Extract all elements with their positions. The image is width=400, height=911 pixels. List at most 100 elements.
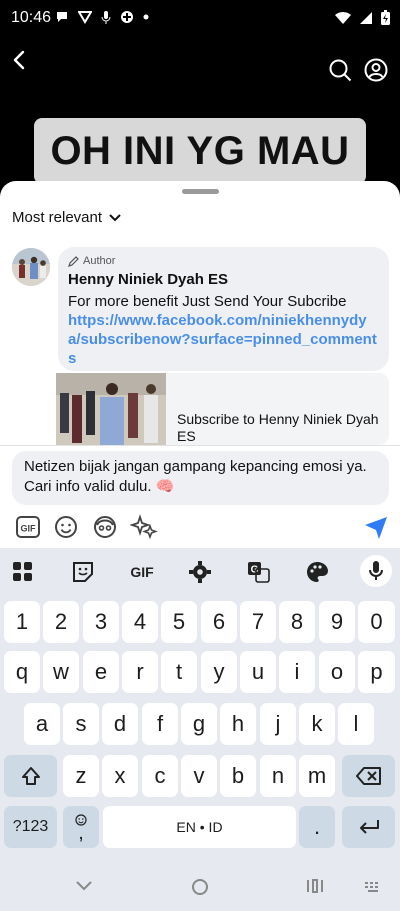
key-7[interactable]: 7 <box>240 601 276 643</box>
key-d[interactable]: d <box>102 703 138 745</box>
key-r[interactable]: r <box>122 651 158 693</box>
key-v[interactable]: v <box>181 755 217 797</box>
comma-label: , <box>78 822 84 844</box>
game-icon <box>121 11 133 23</box>
wifi-icon <box>335 11 351 24</box>
key-s[interactable]: s <box>63 703 99 745</box>
key-j[interactable]: j <box>260 703 296 745</box>
apps-grid-icon[interactable] <box>10 560 36 584</box>
key-c[interactable]: c <box>142 755 178 797</box>
dot-icon <box>143 14 149 20</box>
key-q[interactable]: q <box>4 651 40 693</box>
key-2[interactable]: 2 <box>43 601 79 643</box>
keyboard-switch-icon[interactable] <box>364 880 382 894</box>
gif-key[interactable]: GIF <box>128 560 156 584</box>
soft-keyboard: GIF G 1 2 3 4 5 6 7 8 9 0 q w e r t y u … <box>0 548 400 911</box>
shift-key[interactable] <box>4 755 57 797</box>
key-o[interactable]: o <box>319 651 355 693</box>
key-n[interactable]: n <box>260 755 296 797</box>
key-a[interactable]: a <box>24 703 60 745</box>
link-preview-card[interactable]: Subscribe to Henny Niniek Dyah ES <box>56 373 389 445</box>
sticker-icon[interactable] <box>70 560 96 584</box>
pinned-comment[interactable]: Author Henny Niniek Dyah ES For more ben… <box>58 247 389 371</box>
comment-author-name[interactable]: Henny Niniek Dyah ES <box>68 271 379 288</box>
avatar-sticker-icon[interactable] <box>91 513 119 541</box>
palette-icon[interactable] <box>304 560 330 584</box>
key-9[interactable]: 9 <box>319 601 355 643</box>
vpn-icon <box>78 11 92 24</box>
author-avatar[interactable] <box>12 248 50 286</box>
status-time: 10:46 <box>11 9 52 26</box>
chevron-down-icon <box>109 213 121 221</box>
key-l[interactable]: l <box>338 703 374 745</box>
battery-icon <box>381 10 390 25</box>
key-p[interactable]: p <box>358 651 395 693</box>
backspace-icon <box>355 767 381 785</box>
key-8[interactable]: 8 <box>279 601 315 643</box>
key-4[interactable]: 4 <box>122 601 158 643</box>
link-preview-title: Subscribe to Henny Niniek Dyah ES <box>177 411 379 444</box>
comment-input[interactable]: Netizen bijak jangan gampang kepancing e… <box>12 451 389 505</box>
key-g[interactable]: g <box>181 703 217 745</box>
backspace-key[interactable] <box>342 755 395 797</box>
key-b[interactable]: b <box>220 755 256 797</box>
sort-label: Most relevant <box>12 209 103 226</box>
keyboard-toolbar: GIF G <box>0 548 400 596</box>
key-k[interactable]: k <box>299 703 335 745</box>
system-icons <box>335 10 390 25</box>
key-z[interactable]: z <box>63 755 99 797</box>
key-x[interactable]: x <box>102 755 138 797</box>
author-tag: Author <box>68 255 379 267</box>
sparkle-sticker-icon[interactable] <box>130 513 158 541</box>
send-icon[interactable] <box>362 513 390 541</box>
sort-dropdown[interactable]: Most relevant <box>12 209 122 226</box>
mic-icon <box>369 561 383 580</box>
key-i[interactable]: i <box>279 651 315 693</box>
key-1[interactable]: 1 <box>4 601 40 643</box>
mic-button[interactable] <box>360 555 392 587</box>
composer-toolbar: GIF <box>0 513 400 547</box>
recents-icon[interactable] <box>305 877 325 895</box>
emoji-icon[interactable] <box>52 513 80 541</box>
chat-icon <box>57 12 67 22</box>
shift-icon <box>21 767 40 785</box>
settings-icon[interactable] <box>187 560 213 584</box>
key-t[interactable]: t <box>161 651 197 693</box>
author-tag-label: Author <box>83 255 116 267</box>
search-icon[interactable] <box>328 58 352 82</box>
back-arrow-icon[interactable] <box>8 46 32 74</box>
symbols-key[interactable]: ?123 <box>4 806 57 848</box>
comma-emoji-key[interactable]: , <box>63 806 99 848</box>
enter-icon <box>359 820 379 834</box>
gif-icon[interactable]: GIF <box>14 513 42 541</box>
key-h[interactable]: h <box>220 703 256 745</box>
comment-link[interactable]: https://www.facebook.com/niniekhennydya/… <box>68 311 379 368</box>
svg-text:GIF: GIF <box>21 524 37 534</box>
key-u[interactable]: u <box>240 651 276 693</box>
link-preview-thumbnail <box>56 373 166 445</box>
period-key[interactable]: . <box>299 806 335 848</box>
space-key[interactable]: EN • ID <box>103 806 296 848</box>
key-y[interactable]: y <box>201 651 237 693</box>
video-banner-text: OH INI YG MAU <box>34 118 366 184</box>
sheet-drag-handle[interactable] <box>182 189 219 194</box>
navigation-bar <box>0 866 400 911</box>
key-e[interactable]: e <box>83 651 119 693</box>
composer-divider <box>0 445 400 446</box>
key-w[interactable]: w <box>43 651 79 693</box>
chevron-down-nav-icon[interactable] <box>74 879 94 893</box>
enter-key[interactable] <box>342 806 395 848</box>
svg-text:G: G <box>251 565 259 576</box>
key-f[interactable]: f <box>142 703 178 745</box>
translate-icon[interactable]: G <box>246 560 272 584</box>
key-3[interactable]: 3 <box>83 601 119 643</box>
home-icon[interactable] <box>190 877 210 897</box>
profile-icon[interactable] <box>364 58 388 82</box>
status-bar: 10:46 <box>0 0 400 38</box>
key-0[interactable]: 0 <box>358 601 395 643</box>
avatar-photo-icon <box>12 248 50 286</box>
key-6[interactable]: 6 <box>201 601 237 643</box>
comment-text: For more benefit Just Send Your Subcribe <box>68 293 347 310</box>
key-m[interactable]: m <box>299 755 335 797</box>
key-5[interactable]: 5 <box>161 601 197 643</box>
